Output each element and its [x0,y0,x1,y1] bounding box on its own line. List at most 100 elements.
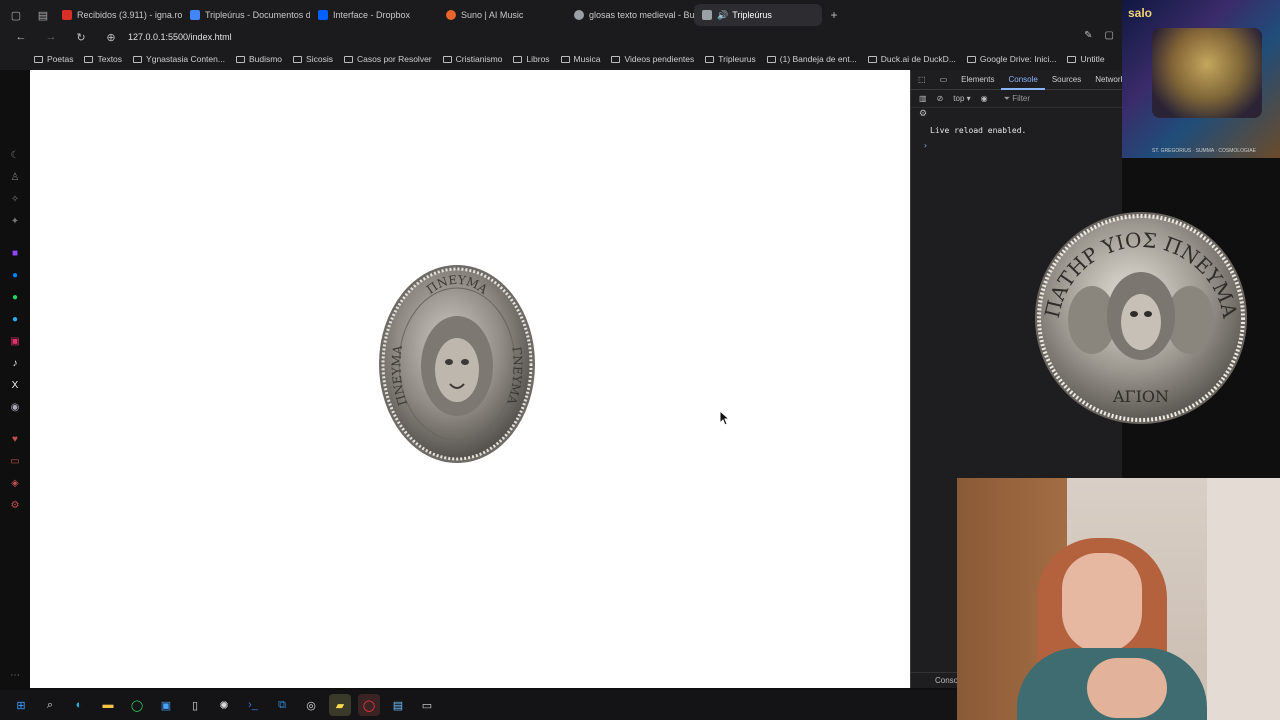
extension-icon[interactable]: ✎ [1084,30,1092,41]
folder-icon [293,55,303,63]
lion-head-icon [421,316,493,416]
folder-icon [343,55,353,63]
bookmark-item[interactable]: Untitle [1067,54,1105,64]
bookmark-item[interactable]: Musica [560,54,600,64]
chrome-icon[interactable]: ◎ [300,694,322,716]
bookmark-item[interactable]: Casos por Resolver [343,54,432,64]
bookmarks-bar: Poetas Textos Ygnastasia Conten... Budismo S… [0,48,1280,70]
bookmark-item[interactable]: Tripleurus [705,54,756,64]
bookmark-item[interactable]: (1) Bandeja de ent... [766,54,857,64]
windows-start-icon[interactable]: ⊞ [10,694,32,716]
tab-docs[interactable]: Tripleúrus - Documentos d [182,4,310,26]
bookmark-item[interactable]: Ygnastasia Conten... [133,54,225,64]
eye-icon[interactable]: ◉ [981,94,988,103]
compass-icon[interactable]: ✧ [9,194,21,206]
tab-tripleurus[interactable]: 🔊 Tripleúrus [694,4,822,26]
search-icon[interactable]: ⌕ [39,694,61,716]
folder-icon [560,55,570,63]
bookmark-item[interactable]: Poetas [34,54,73,64]
bookmark-item[interactable]: Sicosis [293,54,333,64]
moon-icon[interactable]: ☾ [9,150,21,162]
tab-list-icon[interactable]: ▤ [32,4,54,26]
inspect-icon[interactable]: ⬚ [911,70,933,90]
bookmark-item[interactable]: Textos [84,54,122,64]
coin-front-3d[interactable]: ΠΝΕΥΜΑ ΠΝΕΥΜΑ ΓΝΕΥΜΑ [378,264,536,464]
filter-input[interactable]: ⏷ Filter [1004,94,1030,104]
opera-icon[interactable]: ◯ [358,694,380,716]
tiktok-icon[interactable]: ♪ [9,358,21,370]
telegram-icon[interactable]: ● [9,314,21,326]
settings-icon[interactable]: ⚙ [9,500,21,512]
overlay-label: salo [1128,6,1153,20]
address-bar: ← → ↻ ⊕ 127.0.0.1:5500/index.html ✎ ▢ [0,26,1280,48]
chatgpt-icon[interactable]: ✺ [213,694,235,716]
bookmark-item[interactable]: Libros [513,54,550,64]
heart-icon[interactable]: ♥ [9,434,21,446]
sidebar-icon[interactable]: ▥ [919,94,927,103]
powershell-icon[interactable]: ›_ [242,694,264,716]
console-prompt[interactable]: › [911,135,1122,150]
sidebar-toggle-icon[interactable]: ▢ [5,4,27,26]
mouse-cursor-icon [719,410,731,426]
speaker-icon: 🔊 [717,9,729,20]
person-icon[interactable]: ♙ [9,172,21,184]
whatsapp-taskbar-icon[interactable]: ◯ [126,694,148,716]
tab-elements[interactable]: Elements [954,70,1001,90]
clear-console-icon[interactable]: ⊘ [937,94,944,103]
context-select[interactable]: top ▾ [953,94,970,103]
bookmark-item[interactable]: Duck.ai de DuckD... [867,54,956,64]
tab-gmail[interactable]: Recibidos (3.911) - igna.ro [54,4,182,26]
bookmark-item[interactable]: Google Drive: Inici... [966,54,1056,64]
stream-overlay-art: salo ST. GREGORIUS · SUMMA · COSMOLOGIAE [1122,0,1280,158]
window-app-icon[interactable]: ▣ [155,694,177,716]
tab-suno[interactable]: Suno | AI Music [438,4,566,26]
google-icon [574,10,584,20]
folder-icon [766,55,776,63]
bookmark-item[interactable]: Budismo [235,54,282,64]
discord-icon[interactable]: ◉ [9,402,21,414]
folder-icon [867,55,877,63]
tab-sources[interactable]: Sources [1045,70,1088,90]
shield-icon[interactable]: ◈ [9,478,21,490]
new-tab-button[interactable]: + [826,7,842,23]
forward-icon[interactable]: → [42,31,60,43]
vscode-icon[interactable]: ⧉ [271,694,293,716]
usb-icon[interactable]: ▯ [184,694,206,716]
folder-icon [1067,55,1077,63]
window-icon[interactable]: ▢ [1105,30,1114,41]
url-field[interactable]: 127.0.0.1:5500/index.html [128,32,232,42]
bookmark-item[interactable]: Cristianismo [442,54,502,64]
tab-google-search[interactable]: glosas texto medieval - Bu [566,4,694,26]
more-icon[interactable]: ⋯ [9,670,21,682]
tab-console[interactable]: Console [1001,70,1045,90]
folder-icon [34,55,43,63]
whatsapp-icon[interactable]: ● [9,292,21,304]
device-toggle-icon[interactable]: ▭ [933,70,955,90]
edge-icon[interactable]: ◐ [68,694,90,716]
twitch-icon[interactable]: ■ [9,248,21,260]
tab-dropbox[interactable]: Interface - Dropbox [310,4,438,26]
webcam-feed [957,478,1280,720]
notepad-icon[interactable]: ▤ [387,694,409,716]
back-icon[interactable]: ← [12,31,30,43]
folder-icon [513,55,523,63]
site-info-icon[interactable]: ⊕ [102,31,120,44]
reload-icon[interactable]: ↻ [72,31,90,44]
sticky-notes-icon[interactable]: ▰ [329,694,351,716]
book-artwork [1152,28,1262,118]
folder-icon [611,55,621,63]
folder-icon [235,55,245,63]
bookmark-item[interactable]: Videos pendientes [611,54,694,64]
panel-icon[interactable]: ▭ [9,456,21,468]
docs-icon [190,10,200,20]
terminal-icon[interactable]: ▭ [416,694,438,716]
file-explorer-icon[interactable]: ▬ [97,694,119,716]
instagram-icon[interactable]: ▣ [9,336,21,348]
messenger-icon[interactable]: ● [9,270,21,282]
dropbox-icon [318,10,328,20]
console-settings-icon[interactable]: ⚙ [911,108,1122,122]
x-icon[interactable]: X [9,380,21,392]
left-rail: ☾ ♙ ✧ ✦ ■ ● ● ● ▣ ♪ X ◉ ♥ ▭ ◈ ⚙ ⋯ [0,70,30,690]
star-icon[interactable]: ✦ [9,216,21,228]
page-viewport: ΠΝΕΥΜΑ ΠΝΕΥΜΑ ΓΝΕΥΜΑ [30,70,910,688]
